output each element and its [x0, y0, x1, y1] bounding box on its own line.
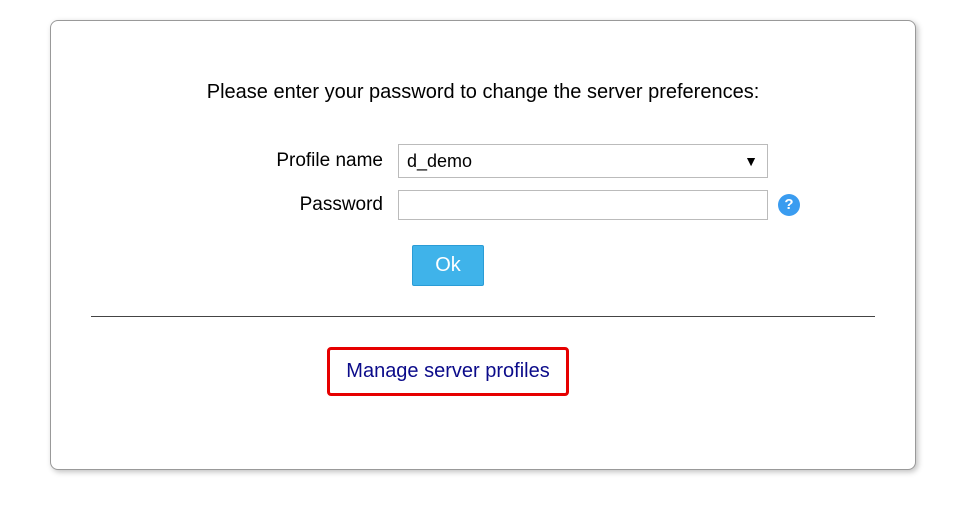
- dialog-instruction: Please enter your password to change the…: [81, 81, 885, 104]
- password-field-wrap: ?: [398, 190, 768, 220]
- manage-link-highlight: Manage server profiles: [327, 347, 568, 396]
- profile-field-wrap: d_demo ▼: [398, 144, 768, 178]
- password-label: Password: [198, 194, 398, 216]
- ok-button[interactable]: Ok: [412, 245, 484, 286]
- profile-label: Profile name: [198, 150, 398, 172]
- profile-select-wrap: d_demo ▼: [398, 144, 768, 178]
- profile-select[interactable]: d_demo: [398, 144, 768, 178]
- manage-link-row: Manage server profiles: [81, 347, 885, 396]
- manage-server-profiles-link[interactable]: Manage server profiles: [346, 360, 549, 382]
- password-dialog: Please enter your password to change the…: [50, 20, 916, 470]
- divider: [91, 316, 875, 317]
- help-icon[interactable]: ?: [778, 194, 800, 216]
- profile-row: Profile name d_demo ▼: [81, 144, 885, 178]
- password-row: Password ?: [81, 190, 885, 220]
- button-row: Ok: [81, 245, 885, 286]
- password-input[interactable]: [398, 190, 768, 220]
